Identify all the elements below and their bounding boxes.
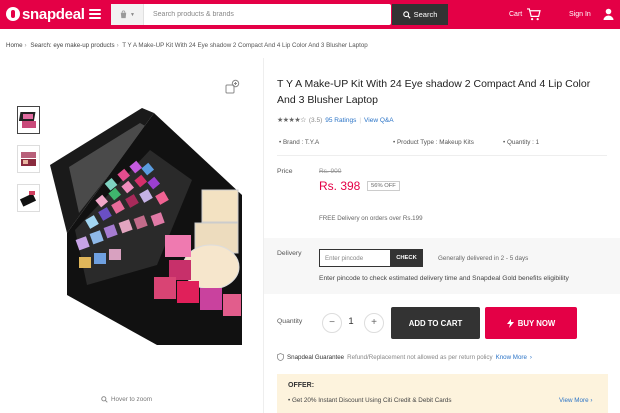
quantity-decrease-button[interactable]: − xyxy=(322,313,342,333)
divider: | xyxy=(359,116,362,124)
sign-in-link[interactable]: Sign In xyxy=(569,6,614,22)
thumbnail-image xyxy=(19,191,37,207)
sign-in-label: Sign In xyxy=(569,10,591,18)
search-button[interactable]: Search xyxy=(392,4,448,25)
buy-now-label: BUY NOW xyxy=(517,318,556,328)
delivery-estimate: Generally delivered in 2 - 5 days xyxy=(438,255,529,262)
thumbnail-1[interactable] xyxy=(17,106,40,134)
shield-icon xyxy=(277,353,284,361)
breadcrumb: Home › Search: eye make-up products › T Y … xyxy=(6,42,370,49)
ratings-count-link[interactable]: 95 Ratings xyxy=(325,117,356,124)
know-more-link[interactable]: Know More xyxy=(496,354,527,361)
cart-link[interactable]: Cart xyxy=(509,6,542,22)
guarantee-title: Snapdeal Guarantee xyxy=(287,353,345,361)
search-button-label: Search xyxy=(413,10,438,19)
chevron-down-icon: ▼ xyxy=(130,11,135,18)
snapdeal-guarantee: Snapdeal Guarantee Refund/Replacement no… xyxy=(277,353,532,361)
brand-label: Brand : T.Y.A xyxy=(282,139,320,146)
offer-title: OFFER: xyxy=(288,382,315,389)
search-bar: ▼ xyxy=(111,4,391,25)
user-icon xyxy=(603,8,614,20)
shopping-bag-icon xyxy=(120,10,127,19)
discount-badge: 56% OFF xyxy=(367,181,400,191)
blusher-1 xyxy=(165,235,191,257)
delivery-section xyxy=(264,238,620,294)
quantity-attribute-label: Quantity : 1 xyxy=(506,139,540,146)
product-title: T Y A Make-UP Kit With 24 Eye shadow 2 C… xyxy=(277,78,591,106)
hamburger-menu-icon[interactable] xyxy=(89,9,101,19)
delivery-label: Delivery xyxy=(277,250,302,257)
offer-box xyxy=(277,374,608,413)
offer-item: • Get 20% Instant Discount Using Citi Cr… xyxy=(288,397,452,404)
offer-text: Get 20% Instant Discount Using Citi Cred… xyxy=(291,397,452,404)
logo-icon xyxy=(6,7,20,21)
quantity-attribute: • Quantity : 1 xyxy=(503,139,539,146)
lip-color-2 xyxy=(177,281,199,303)
breadcrumb-search[interactable]: Search: eye make-up products xyxy=(30,42,114,49)
guarantee-text: Refund/Replacement not allowed as per re… xyxy=(347,353,493,361)
rating-row: ★★★★☆ (3.5) 95 Ratings | View Q&A xyxy=(277,116,394,125)
share-icon[interactable] xyxy=(224,79,240,95)
compact-powder-1 xyxy=(201,189,239,223)
product-type-attribute: • Product Type : Makeup Kits xyxy=(393,139,474,146)
selling-price: Rs. 398 xyxy=(319,179,361,193)
check-pincode-button[interactable]: CHECK xyxy=(390,249,423,267)
magnifier-icon xyxy=(101,396,108,403)
chevron-right-icon: › xyxy=(529,353,532,361)
brand-attribute: • Brand : T.Y.A xyxy=(279,139,319,146)
thumbnail-image xyxy=(21,152,36,166)
pincode-input[interactable] xyxy=(319,249,391,267)
add-to-cart-button[interactable]: ADD TO CART xyxy=(391,307,480,339)
pincode-note: Enter pincode to check estimated deliver… xyxy=(319,275,569,282)
breadcrumb-current: T Y A Make-UP Kit With 24 Eye shadow 2 C… xyxy=(122,42,368,49)
product-type-label: Product Type : Makeup Kits xyxy=(396,139,474,146)
view-more-label: View More xyxy=(559,397,589,404)
view-more-link[interactable]: View More › xyxy=(559,397,593,404)
product-main-image[interactable] xyxy=(47,105,242,345)
quantity-increase-button[interactable]: + xyxy=(364,313,384,333)
mrp-price: Rs. 900 xyxy=(319,168,342,175)
breadcrumb-separator: › xyxy=(24,42,27,49)
quantity-value: 1 xyxy=(348,316,354,327)
divider xyxy=(277,155,607,156)
price-label: Price xyxy=(277,168,293,175)
thumbnail-2[interactable] xyxy=(17,145,40,173)
lip-color-4 xyxy=(223,294,241,316)
breadcrumb-separator: › xyxy=(116,42,119,49)
cart-label: Cart xyxy=(509,10,523,18)
thumbnail-3[interactable] xyxy=(17,184,40,212)
lightning-icon xyxy=(506,318,514,328)
search-input[interactable] xyxy=(147,4,387,25)
free-delivery-note: FREE Delivery on orders over Rs.199 xyxy=(319,215,423,222)
chevron-right-icon: › xyxy=(590,397,593,404)
hover-to-zoom-hint: Hover to zoom xyxy=(101,396,152,403)
rating-stars: ★★★★☆ xyxy=(277,117,306,124)
lip-color-1 xyxy=(154,277,176,299)
hover-to-zoom-label: Hover to zoom xyxy=(111,396,152,403)
logo-text: snapdeal xyxy=(22,5,85,23)
thumbnail-image xyxy=(19,112,36,128)
cart-icon xyxy=(527,7,542,20)
breadcrumb-home[interactable]: Home xyxy=(6,42,23,49)
buy-now-button[interactable]: BUY NOW xyxy=(485,307,577,339)
snapdeal-logo[interactable]: snapdeal xyxy=(6,5,85,23)
lip-color-3 xyxy=(200,288,222,310)
view-qa-link[interactable]: View Q&A xyxy=(364,117,394,124)
search-icon xyxy=(402,10,411,19)
quantity-label: Quantity xyxy=(277,318,303,325)
category-dropdown[interactable]: ▼ xyxy=(111,4,144,25)
rating-value: (3.5) xyxy=(308,116,323,124)
